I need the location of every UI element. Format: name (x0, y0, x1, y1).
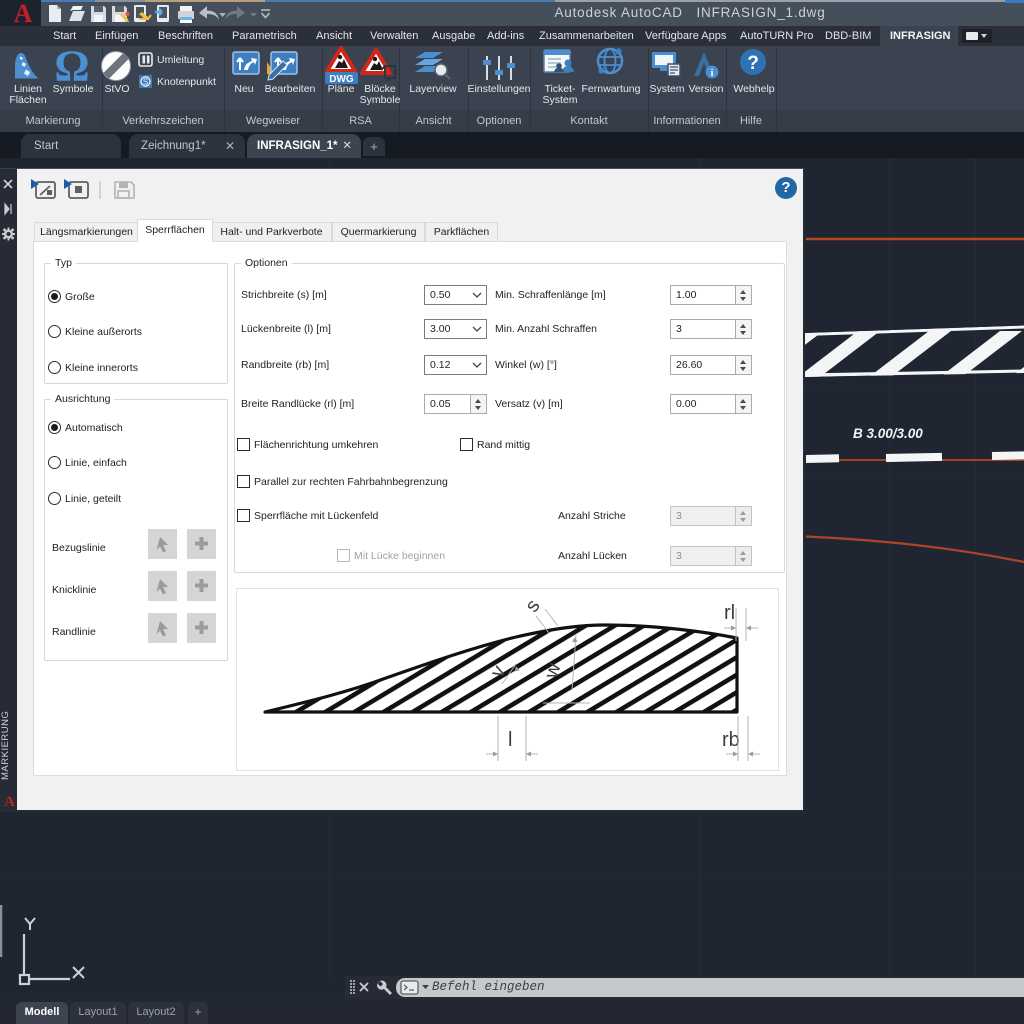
svg-text:l: l (508, 729, 512, 751)
svg-text:i: i (711, 68, 714, 79)
svg-text:rb: rb (722, 729, 740, 751)
svg-text:S: S (143, 78, 148, 87)
svg-text:s: s (521, 595, 545, 616)
svg-text:?: ? (747, 53, 759, 74)
svg-text:B 3.00/3.00: B 3.00/3.00 (853, 426, 923, 441)
svg-text:rl: rl (724, 602, 735, 624)
